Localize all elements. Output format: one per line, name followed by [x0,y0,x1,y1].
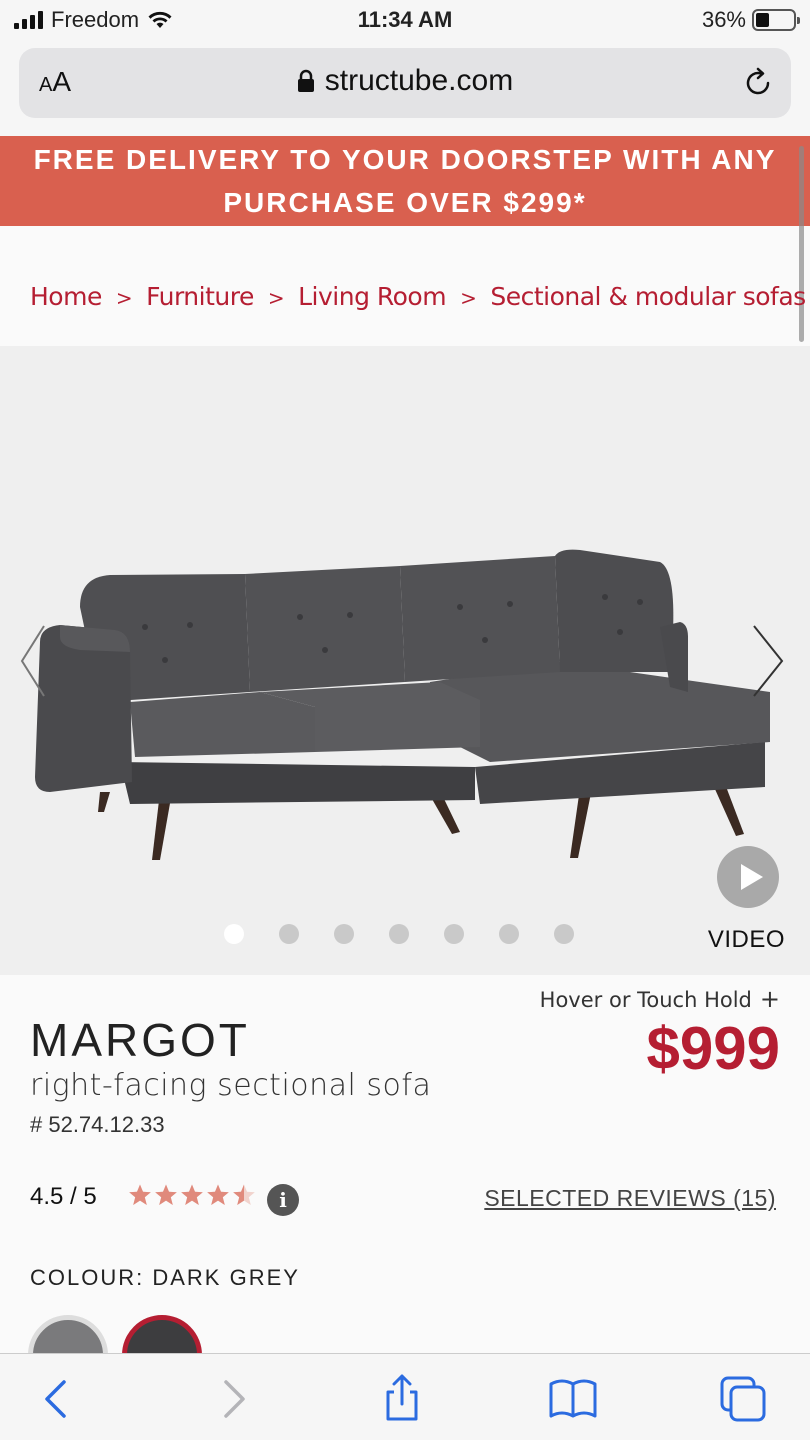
url-display[interactable]: structube.com [19,64,791,98]
rating-stars [128,1183,256,1207]
gallery-dot[interactable] [224,924,244,944]
gallery-dot[interactable] [499,924,519,944]
star-icon [155,1184,177,1205]
tabs-icon[interactable] [718,1374,768,1424]
product-price: $999 [646,1015,780,1082]
gallery-dot[interactable] [554,924,574,944]
browser-address-area: AA structube.com [0,44,810,136]
lock-icon [297,69,314,92]
zoom-hint[interactable]: Hover or Touch Hold + [540,985,780,1013]
gallery-dot[interactable] [389,924,409,944]
product-sku: # 52.74.12.33 [30,1112,165,1137]
gallery-dot[interactable] [279,924,299,944]
colour-label: COLOUR: DARK GREY [30,1265,300,1290]
previous-image-arrow-icon[interactable] [14,616,54,706]
breadcrumb-sectional-sofas[interactable]: Sectional & modular sofas [490,282,806,311]
breadcrumb: Home > Furniture > Living Room > Sectional & m… [30,282,810,311]
video-label[interactable]: VIDEO [708,926,785,954]
play-video-icon[interactable] [717,846,779,908]
battery-icon [752,9,800,31]
battery-percent: 36% [701,7,746,32]
star-icon [207,1184,229,1205]
reviews-link[interactable]: SELECTED REVIEWS (15) [484,1185,776,1212]
info-icon[interactable]: i [267,1184,299,1216]
promo-line-1: FREE DELIVERY TO YOUR DOORSTEP WITH ANY [33,144,777,175]
promo-line-2: PURCHASE OVER $299* [223,187,587,218]
scroll-indicator [799,146,804,342]
status-bar: Freedom 11:34 AM 36% [0,0,810,44]
gallery-pagination [224,924,574,944]
status-time: 11:34 AM [357,7,453,32]
breadcrumb-separator: > [460,286,477,310]
next-image-arrow-icon[interactable] [748,616,788,706]
product-image[interactable] [20,542,790,872]
breadcrumb-home[interactable]: Home [30,282,102,311]
status-right: 36% [701,7,800,33]
breadcrumb-furniture[interactable]: Furniture [146,282,254,311]
forward-icon[interactable] [208,1374,258,1424]
product-subtitle: right-facing sectional sofa [30,1068,432,1103]
share-icon[interactable] [377,1374,427,1424]
breadcrumb-separator: > [115,286,133,310]
url-text: structube.com [324,64,514,97]
plus-icon: + [759,985,780,1013]
gallery-dot[interactable] [334,924,354,944]
rating-score: 4.5 / 5 [30,1183,97,1210]
breadcrumb-living-room[interactable]: Living Room [298,282,446,311]
browser-toolbar [0,1353,810,1440]
product-name: MARGOT [30,1014,250,1066]
star-icon [181,1184,203,1205]
product-gallery[interactable]: VIDEO [0,346,810,975]
star-icon [129,1184,151,1205]
promo-banner[interactable]: FREE DELIVERY TO YOUR DOORSTEP WITH ANY … [0,136,810,226]
bookmarks-icon[interactable] [548,1374,598,1424]
back-icon[interactable] [32,1374,82,1424]
gallery-dot[interactable] [444,924,464,944]
reload-icon[interactable] [741,66,775,100]
address-bar[interactable]: AA structube.com [19,48,791,118]
breadcrumb-separator: > [267,286,285,310]
star-icon [233,1184,255,1205]
